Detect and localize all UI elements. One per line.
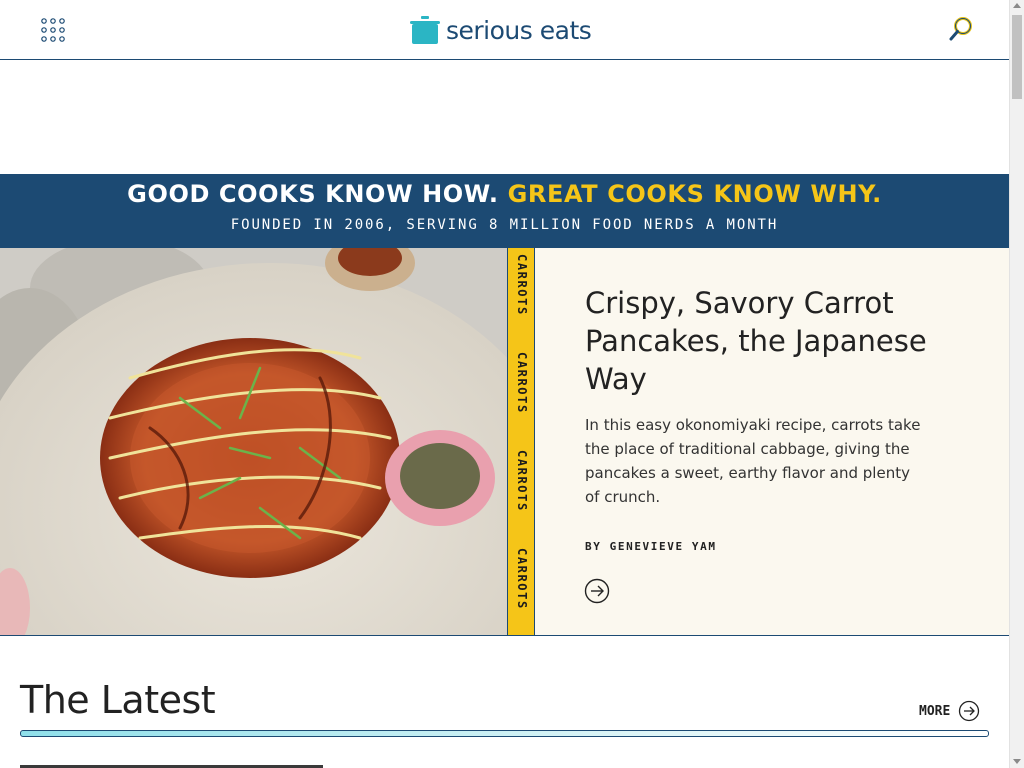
hero-content: Crispy, Savory Carrot Pancakes, the Japa… bbox=[535, 248, 1009, 635]
banner-tagline: GOOD COOKS KNOW HOW. GREAT COOKS KNOW WH… bbox=[0, 180, 1009, 208]
carrot-pancake-photo bbox=[0, 248, 507, 635]
scroll-up-icon[interactable] bbox=[1013, 3, 1021, 8]
arrow-right-circle-icon bbox=[959, 700, 980, 722]
section-title-latest: The Latest bbox=[20, 678, 216, 722]
site-header: serious eats bbox=[0, 0, 1009, 60]
pot-icon bbox=[410, 16, 440, 44]
more-label: MORE bbox=[919, 703, 951, 719]
hero-tag-label: CARROTS bbox=[515, 352, 529, 414]
banner-tagline-yellow: GREAT COOKS KNOW WHY. bbox=[507, 180, 882, 208]
arrow-right-circle-icon[interactable] bbox=[584, 578, 610, 604]
hero-feature[interactable]: CARROTS CARROTS CARROTS CARROTS Crispy, … bbox=[0, 248, 1009, 636]
banner-tagline-white: GOOD COOKS KNOW HOW. bbox=[127, 180, 499, 208]
hero-title[interactable]: Crispy, Savory Carrot Pancakes, the Japa… bbox=[585, 284, 945, 398]
logo-text: serious eats bbox=[446, 15, 592, 45]
scroll-down-icon[interactable] bbox=[1013, 759, 1021, 764]
hero-tag-strip[interactable]: CARROTS CARROTS CARROTS CARROTS bbox=[507, 248, 535, 635]
grid-menu-icon[interactable] bbox=[41, 18, 65, 42]
tagline-banner: GOOD COOKS KNOW HOW. GREAT COOKS KNOW WH… bbox=[0, 174, 1009, 248]
hero-tag-label: CARROTS bbox=[515, 548, 529, 610]
site-logo[interactable]: serious eats bbox=[410, 15, 592, 45]
hero-description: In this easy okonomiyaki recipe, carrots… bbox=[585, 416, 921, 506]
ad-space bbox=[0, 60, 1009, 174]
hero-tag-label: CARROTS bbox=[515, 254, 529, 316]
search-icon[interactable] bbox=[948, 15, 976, 43]
section-divider bbox=[20, 730, 989, 737]
banner-subtitle: FOUNDED IN 2006, SERVING 8 MILLION FOOD … bbox=[230, 217, 779, 233]
hero-tag-label: CARROTS bbox=[515, 450, 529, 512]
more-link[interactable]: MORE bbox=[919, 700, 980, 722]
page-scrollbar[interactable] bbox=[1009, 0, 1024, 768]
hero-image[interactable] bbox=[0, 248, 507, 635]
scrollbar-thumb[interactable] bbox=[1012, 15, 1022, 99]
hero-author[interactable]: BY GENEVIEVE YAM bbox=[585, 540, 717, 553]
